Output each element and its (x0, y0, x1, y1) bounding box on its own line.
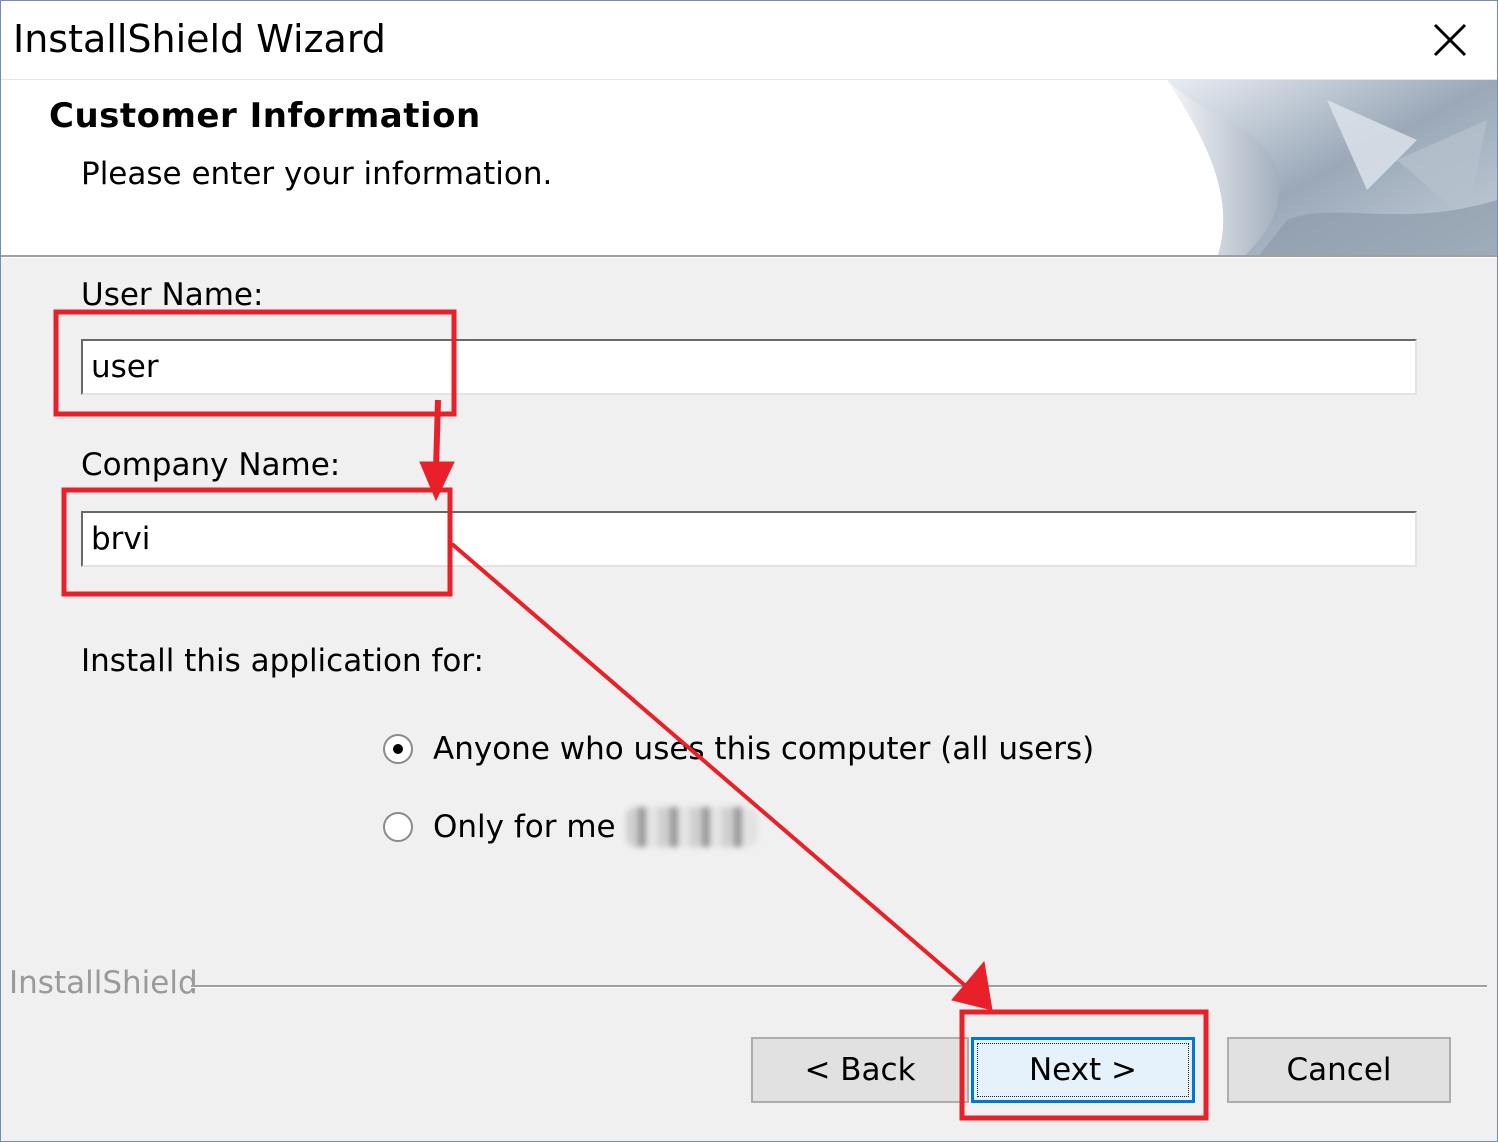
redacted-username (625, 807, 756, 847)
user-name-field[interactable] (83, 341, 1415, 393)
radio-all-users[interactable]: Anyone who uses this computer (all users… (383, 731, 1094, 767)
wizard-header: Customer Information Please enter your i… (1, 79, 1497, 258)
installshield-window: InstallShield Wizard Customer Informatio… (0, 0, 1498, 1142)
user-name-label: User Name: (81, 277, 264, 313)
installshield-brand: InstallShield (9, 965, 198, 1001)
company-name-label: Company Name: (81, 447, 341, 483)
installshield-graphic (1167, 80, 1497, 258)
close-icon (1433, 23, 1467, 57)
header-separator (1, 255, 1497, 258)
radio-only-me-label: Only for me (433, 809, 616, 845)
user-name-field-box (81, 339, 1417, 395)
cancel-button[interactable]: Cancel (1227, 1037, 1451, 1103)
page-subtitle: Please enter your information. (81, 156, 553, 192)
title-bar: InstallShield Wizard (1, 1, 1497, 79)
radio-button-unselected[interactable] (383, 812, 413, 842)
company-name-field-box (81, 511, 1417, 567)
page-title: Customer Information (49, 96, 481, 136)
radio-all-users-label: Anyone who uses this computer (all users… (433, 731, 1095, 767)
window-title: InstallShield Wizard (13, 17, 386, 61)
radio-only-me[interactable]: Only for me (383, 807, 756, 847)
next-button[interactable]: Next > (971, 1037, 1195, 1103)
install-for-label: Install this application for: (81, 643, 484, 679)
close-button[interactable] (1423, 15, 1477, 65)
back-button[interactable]: < Back (751, 1037, 969, 1103)
company-name-field[interactable] (83, 513, 1415, 565)
footer-separator (191, 985, 1487, 988)
radio-button-selected[interactable] (383, 734, 413, 764)
